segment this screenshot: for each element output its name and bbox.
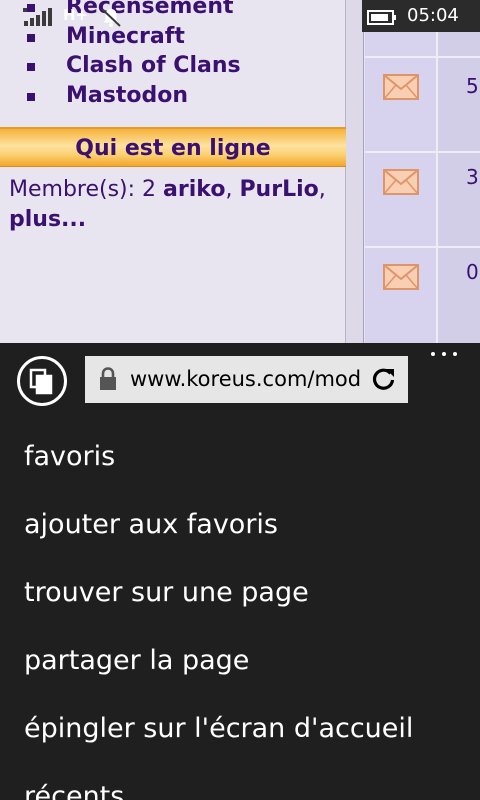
sidebar-link-label: Clash of Clans: [66, 53, 241, 78]
envelope-icon: [383, 264, 419, 290]
members-separator: ,: [318, 177, 326, 202]
menu-item-find-on-page[interactable]: trouver sur une page: [0, 559, 480, 627]
sidebar-link-clash-of-clans[interactable]: Clash of Clans: [24, 51, 241, 81]
menu-item-add-to-favorites[interactable]: ajouter aux favoris: [0, 491, 480, 559]
online-members-text: Membre(s): 2 ariko, PurLio, plus...: [9, 175, 339, 235]
status-bar-left: H+: [0, 0, 130, 32]
table-row[interactable]: 0: [365, 246, 480, 343]
bullet-icon: [27, 63, 35, 71]
members-separator: ,: [225, 177, 233, 202]
table-row[interactable]: 5: [365, 56, 480, 151]
menu-item-share-page[interactable]: partager la page: [0, 627, 480, 695]
table-cell: [365, 58, 438, 151]
envelope-icon: [383, 74, 419, 100]
table-row[interactable]: 3: [365, 151, 480, 246]
sidebar-link-label: Mastodon: [66, 82, 188, 108]
battery-icon: [367, 10, 396, 25]
url-text[interactable]: www.koreus.com/mod: [130, 366, 367, 393]
member-link-purlio[interactable]: PurLio: [239, 177, 318, 202]
lock-icon: [100, 367, 116, 390]
table-cell: [365, 248, 438, 343]
envelope-icon: [383, 169, 419, 195]
address-bar[interactable]: www.koreus.com/mod: [85, 356, 408, 403]
status-clock: 05:04: [407, 5, 459, 26]
notification-bell-icon: [101, 8, 121, 27]
members-more-link[interactable]: plus...: [9, 207, 86, 232]
messages-table: 5 3 0: [365, 0, 480, 343]
browser-menu-panel: www.koreus.com/mod favoris ajouter aux f…: [0, 343, 480, 800]
tabs-button[interactable]: [17, 356, 67, 406]
sidebar-link-mastodon[interactable]: Mastodon: [24, 81, 241, 111]
message-count: 0: [466, 260, 479, 284]
status-bar: H+ 05:04: [0, 0, 480, 32]
menu-item-recent[interactable]: récents: [0, 763, 480, 800]
sidebar-column: Recensement Minecraft Clash of Clans Mas…: [0, 0, 346, 343]
table-cell: [440, 58, 480, 151]
refresh-icon[interactable]: [370, 366, 398, 394]
online-section-header: Qui est en ligne: [0, 127, 346, 167]
signal-strength-icon: [23, 8, 52, 26]
member-link-ariko[interactable]: ariko: [163, 177, 225, 202]
menu-item-pin-to-start[interactable]: épingler sur l'écran d'accueil: [0, 695, 480, 763]
message-count: 5: [466, 74, 479, 98]
network-type-label: H+: [63, 6, 89, 24]
bullet-icon: [27, 33, 35, 42]
tabs-icon: [29, 368, 53, 395]
column-divider: [346, 0, 364, 343]
menu-item-favorites[interactable]: favoris: [0, 423, 480, 491]
web-page-content: Recensement Minecraft Clash of Clans Mas…: [0, 0, 480, 343]
bullet-icon: [27, 92, 35, 101]
browser-menu-list: favoris ajouter aux favoris trouver sur …: [0, 423, 480, 800]
members-count-label: Membre(s): 2: [9, 177, 157, 202]
more-options-icon[interactable]: [428, 349, 460, 359]
table-cell: [365, 153, 438, 246]
message-count: 3: [466, 165, 479, 189]
